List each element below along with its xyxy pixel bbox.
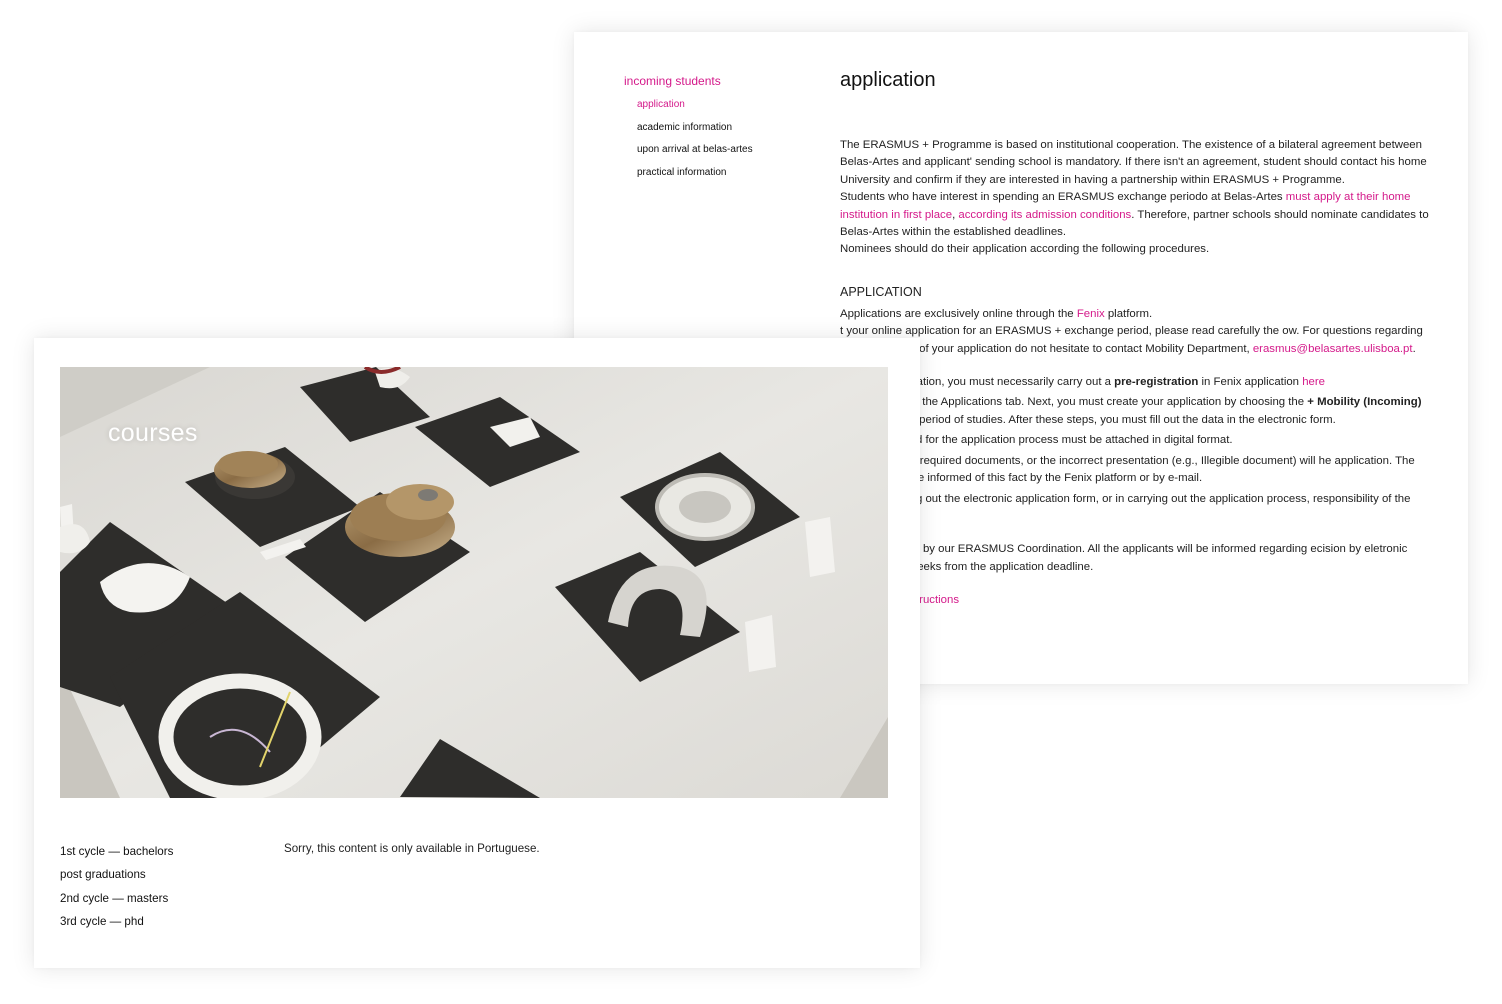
nav-2nd-cycle[interactable]: 2nd cycle — masters [60,887,173,910]
page-title: application [840,69,936,91]
nav-incoming-students[interactable]: incoming students [624,74,753,88]
intro-paragraph-1: The ERASMUS + Programme is based on inst… [840,139,1427,186]
hero-title: courses [108,419,198,447]
intro-paragraph-2: Students who have interest in spending a… [840,189,1430,241]
pre-registration-paragraph: ur online application, you must necessar… [840,374,1430,391]
documents-paragraph: uments required for the application proc… [840,434,1233,447]
pre-registration-bold: pre-registration [1114,376,1199,389]
incoming-students-nav: incoming students application academic i… [624,74,753,184]
hero-image: courses [60,367,888,798]
instructions-paragraph: t your online application for an ERASMUS… [840,323,1430,358]
admission-conditions-link[interactable]: according its admission conditions [958,209,1131,221]
application-content: application The ERASMUS + Programme is b… [840,68,1430,610]
nav-post-graduations[interactable]: post graduations [60,863,173,886]
applications-text-end: platform. [1104,307,1153,320]
applications-online-line: Applications are exclusively online thro… [840,306,1430,323]
omissions-paragraph: nissions in filling out the electronic a… [840,492,1411,522]
nav-item-upon-arrival[interactable]: upon arrival at belas-artes [624,139,753,162]
portuguese-only-message: Sorry, this content is only available in… [284,842,540,855]
mobility-incoming-bold: + Mobility (Incoming) [1307,396,1422,409]
intro-text: Students who have interest in spending a… [840,191,1286,204]
nav-1st-cycle[interactable]: 1st cycle — bachelors [60,840,173,863]
courses-nav: 1st cycle — bachelors post graduations 2… [60,840,173,933]
nav-item-application[interactable]: application [624,94,753,117]
coordination-paragraph: ll be considered by our ERASMUS Coordina… [840,543,1408,573]
section-title: APPLICATION [840,284,922,299]
intro-paragraph-3: Nominees should do their application acc… [840,243,1210,256]
nav-item-academic-information[interactable]: academic information [624,117,753,140]
pre-registration-here-link[interactable]: here [1302,376,1325,388]
instructions-text-end: . [1412,342,1416,355]
erasmus-email-link[interactable]: erasmus@belasartes.ulisboa.pt [1253,343,1413,355]
applications-tab-paragraph: you must select the Applications tab. Ne… [840,394,1430,429]
courses-page-card: courses 1st cycle — bachelors post gradu… [34,338,920,968]
submission-paragraph: bmission of the required documents, or t… [840,454,1415,485]
pre-registration-mid: in Fenix application [1198,376,1303,389]
nav-item-practical-information[interactable]: practical information [624,162,753,185]
applications-text: Applications are exclusively online thro… [840,307,1077,320]
nav-3rd-cycle[interactable]: 3rd cycle — phd [60,910,173,933]
fenix-link[interactable]: Fenix [1077,308,1105,320]
